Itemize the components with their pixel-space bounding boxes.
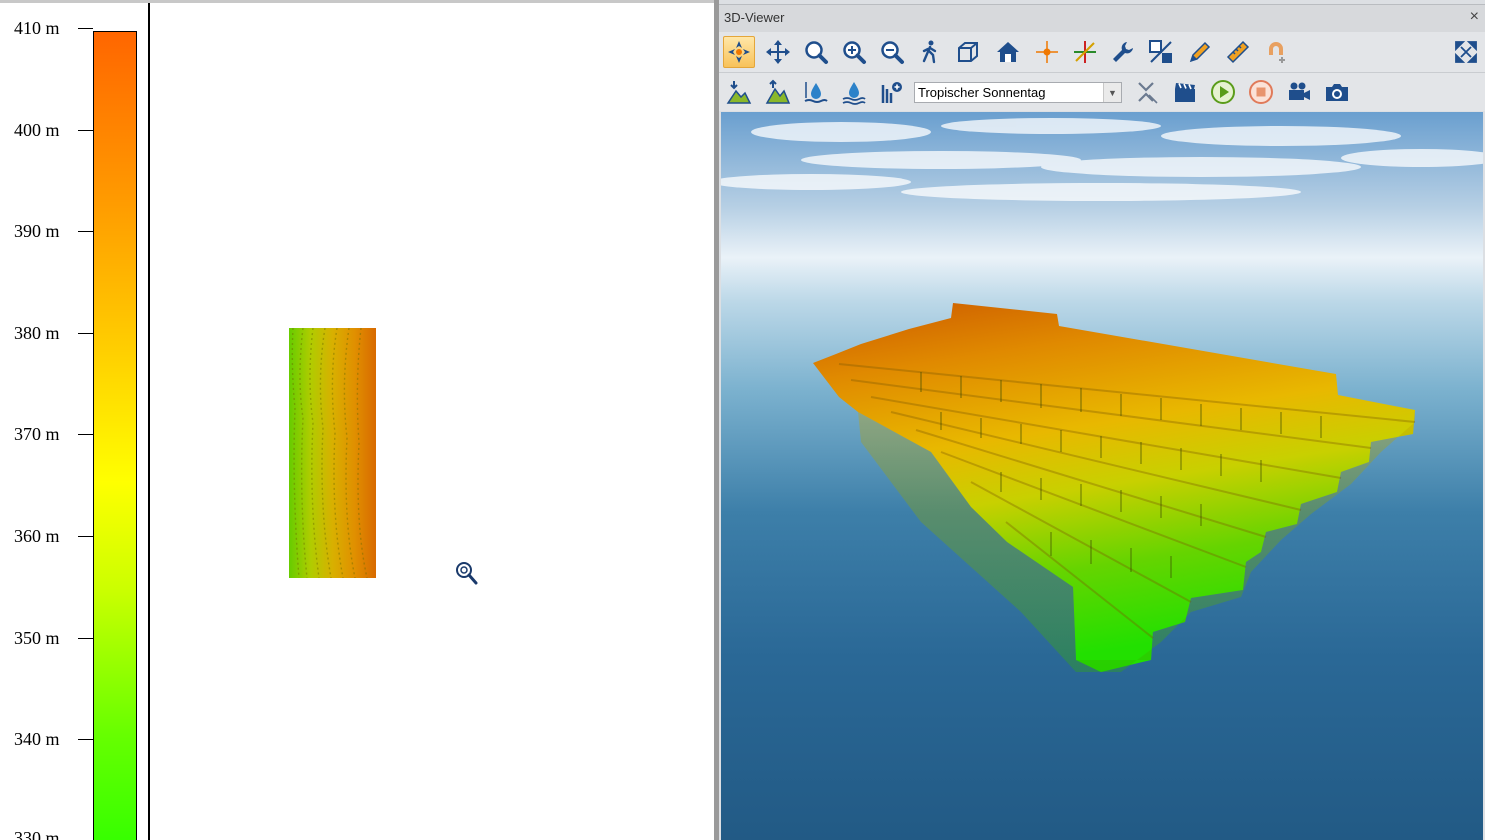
viewer-3d-scene[interactable] [721,112,1483,840]
legend-tick-label: 380 m [14,323,60,343]
video-camera-icon[interactable] [1283,76,1315,108]
chevron-down-icon[interactable]: ▼ [1103,83,1121,102]
clapper-icon[interactable] [1169,76,1201,108]
legend-tick [78,739,93,740]
zoom-out-icon[interactable] [876,36,908,68]
water-level-icon[interactable] [800,76,832,108]
pencil-icon[interactable] [1184,36,1216,68]
terrain-raise-icon[interactable] [762,76,794,108]
legend-tick [78,130,93,131]
zoom-cursor-icon [456,562,478,585]
legend-tick [78,333,93,334]
legend-tick-label: 370 m [14,424,60,444]
weather-select-value: Tropischer Sonnentag [918,85,1046,100]
legend-tick-label: 410 m [14,18,60,38]
crosshair-icon[interactable] [1069,36,1101,68]
walk-icon[interactable] [914,36,946,68]
weather-select[interactable]: Tropischer Sonnentag ▼ [914,82,1122,103]
terrain-2d-preview [289,328,376,578]
home-icon[interactable] [992,36,1024,68]
viewer-toolbar-scene: Tropischer Sonnentag ▼ [719,73,1485,111]
fullscreen-icon[interactable] [1450,36,1482,68]
terrain-lower-icon[interactable] [723,76,755,108]
map-view[interactable]: 410 m 400 m 390 m 380 m 370 m 360 m 350 … [0,0,714,840]
legend-tick-label: 350 m [14,628,60,648]
legend-tick [78,536,93,537]
ruler-icon[interactable] [1222,36,1254,68]
legend-tick-label: 340 m [14,729,60,749]
water-level-down-icon[interactable] [838,76,870,108]
map-canvas[interactable] [150,3,714,840]
viewer-title: 3D-Viewer [724,10,785,25]
navigate-icon[interactable] [723,36,755,68]
snap-magnet-icon[interactable] [1261,36,1293,68]
pan-icon[interactable] [762,36,794,68]
legend-tick [78,231,93,232]
elevation-color-ramp [93,31,137,840]
elevation-legend: 410 m 400 m 390 m 380 m 370 m 360 m 350 … [0,3,150,840]
scale-icon[interactable] [1145,36,1177,68]
settings-wrench-icon[interactable] [1107,36,1139,68]
play-icon[interactable] [1207,76,1239,108]
terrain-3d-render [721,112,1483,840]
zoom-in-icon[interactable] [838,36,870,68]
legend-tick [78,434,93,435]
viewer-toolbar-main [719,32,1485,73]
add-object-icon[interactable] [876,76,908,108]
legend-tick-label: 330 m [14,828,60,840]
stop-icon[interactable] [1245,76,1277,108]
legend-tick [78,638,93,639]
center-point-icon[interactable] [1031,36,1063,68]
legend-tick-label: 360 m [14,526,60,546]
close-icon[interactable]: × [1470,8,1479,26]
viewer-titlebar[interactable]: 3D-Viewer × [719,4,1485,32]
legend-tick [78,28,93,29]
legend-tick-label: 400 m [14,120,60,140]
fly-mode-icon[interactable] [1130,76,1162,108]
photo-camera-icon[interactable] [1321,76,1353,108]
legend-tick-label: 390 m [14,221,60,241]
zoom-icon[interactable] [800,36,832,68]
cube-icon[interactable] [952,36,984,68]
viewer-panel: 3D-Viewer × Tropischer Sonnentag ▼ [719,0,1485,840]
